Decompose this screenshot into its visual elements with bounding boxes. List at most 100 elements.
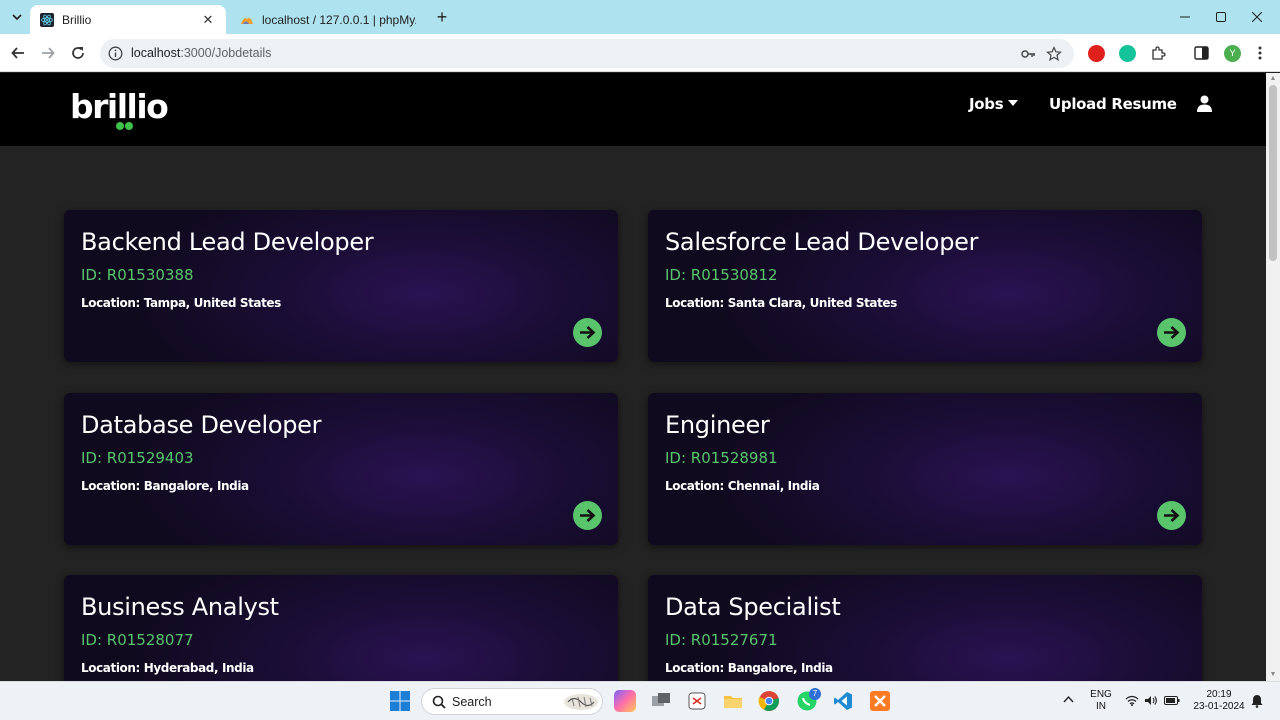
- page-scrollbar[interactable]: ▲ ▼: [1266, 73, 1280, 681]
- page-viewport: brillio Jobs Upload Resume Backend Lead …: [0, 73, 1266, 681]
- job-card[interactable]: Business Analyst ID: R01528077 Location:…: [64, 575, 618, 681]
- scrollbar-thumb[interactable]: [1269, 85, 1277, 261]
- back-button[interactable]: [7, 42, 29, 64]
- job-title: Engineer: [665, 411, 770, 439]
- job-location: Location: Hyderabad, India: [81, 661, 254, 675]
- chevron-up-icon[interactable]: [1063, 695, 1074, 703]
- notification-bell-icon[interactable]: [1251, 694, 1263, 708]
- clock[interactable]: 20:19 23-01-2024: [1186, 689, 1252, 713]
- taskbar-search[interactable]: Search: [421, 688, 603, 715]
- scroll-down-icon[interactable]: ▼: [1269, 671, 1277, 679]
- chrome-icon[interactable]: [758, 690, 780, 712]
- profile-avatar[interactable]: Y: [1224, 45, 1241, 62]
- snipping-tool-icon[interactable]: [686, 690, 708, 712]
- adblock-extension-icon[interactable]: [1088, 45, 1105, 62]
- reload-button[interactable]: [67, 42, 89, 64]
- tab-title: Brillio: [62, 12, 92, 27]
- grammarly-extension-icon[interactable]: [1119, 45, 1136, 62]
- url-path: :3000/Jobdetails: [180, 46, 272, 60]
- url-text: localhost:3000/Jobdetails: [131, 46, 271, 60]
- bookmark-star-icon[interactable]: [1046, 46, 1062, 62]
- whatsapp-badge: 7: [809, 688, 821, 700]
- job-title: Business Analyst: [81, 593, 279, 621]
- close-tab-icon[interactable]: ✕: [200, 12, 216, 28]
- browser-tabstrip: Brillio ✕ localhost / 127.0.0.1 | phpMyA…: [0, 0, 1280, 34]
- phpmyadmin-favicon-icon: [241, 17, 253, 24]
- job-location: Location: Santa Clara, United States: [665, 296, 897, 310]
- language-region: IN: [1096, 701, 1106, 712]
- file-explorer-icon[interactable]: [722, 690, 744, 712]
- view-job-button[interactable]: [1157, 501, 1186, 530]
- job-location: Location: Bangalore, India: [81, 479, 249, 493]
- job-location: Location: Chennai, India: [665, 479, 820, 493]
- search-highlight-icon: [564, 694, 598, 710]
- vscode-icon[interactable]: [832, 690, 854, 712]
- tab-brillio[interactable]: Brillio ✕: [30, 5, 226, 34]
- password-key-icon[interactable]: [1020, 46, 1036, 62]
- extensions-puzzle-icon[interactable]: [1150, 45, 1166, 61]
- language-indicator[interactable]: ENG IN: [1088, 689, 1114, 713]
- volume-icon[interactable]: [1144, 695, 1158, 706]
- close-window-button[interactable]: [1234, 0, 1280, 34]
- back-arrow-icon: [11, 47, 24, 59]
- caret-down-icon: [1008, 100, 1019, 106]
- job-id: ID: R01527671: [665, 631, 778, 649]
- search-label: Search: [452, 695, 492, 709]
- clock-time: 20:19: [1206, 689, 1232, 700]
- job-title: Salesforce Lead Developer: [665, 228, 979, 256]
- upload-resume-link[interactable]: Upload Resume: [1049, 95, 1177, 113]
- job-title: Backend Lead Developer: [81, 228, 374, 256]
- job-card[interactable]: Engineer ID: R01528981 Location: Chennai…: [648, 393, 1202, 545]
- wifi-icon[interactable]: [1125, 695, 1139, 706]
- job-id: ID: R01530812: [665, 266, 778, 284]
- react-favicon-icon: [40, 12, 54, 27]
- close-icon: [1252, 12, 1262, 22]
- forward-button[interactable]: [37, 42, 59, 64]
- url-host: localhost: [131, 46, 181, 60]
- logo-dots: [116, 122, 136, 130]
- jobs-label: Jobs: [969, 95, 1004, 113]
- arrow-right-icon: [1164, 326, 1180, 339]
- job-title: Database Developer: [81, 411, 322, 439]
- user-icon[interactable]: [1196, 95, 1213, 112]
- job-card[interactable]: Database Developer ID: R01529403 Locatio…: [64, 393, 618, 545]
- jobs-dropdown[interactable]: Jobs: [969, 95, 1019, 113]
- windows-start-icon[interactable]: [389, 690, 411, 712]
- maximize-icon: [1216, 12, 1226, 22]
- site-info-icon[interactable]: [108, 46, 123, 61]
- clock-date: 23-01-2024: [1193, 701, 1245, 712]
- job-id: ID: R01528981: [665, 449, 778, 467]
- tab-title: localhost / 127.0.0.1 | phpMyAdmin: [262, 12, 416, 27]
- tab-phpmyadmin[interactable]: localhost / 127.0.0.1 | phpMyAdmin: [230, 5, 426, 34]
- tab-search-button[interactable]: [6, 7, 28, 27]
- view-job-button[interactable]: [573, 501, 602, 530]
- job-location: Location: Bangalore, India: [665, 661, 833, 675]
- language-code: ENG: [1090, 689, 1112, 700]
- arrow-right-icon: [1164, 509, 1180, 522]
- windows-taskbar: Search 7 ENG IN 20:19 23-01-2024: [0, 681, 1280, 720]
- job-card[interactable]: Salesforce Lead Developer ID: R01530812 …: [648, 210, 1202, 362]
- job-card[interactable]: Backend Lead Developer ID: R01530388 Loc…: [64, 210, 618, 362]
- view-job-button[interactable]: [573, 318, 602, 347]
- view-job-button[interactable]: [1157, 318, 1186, 347]
- copilot-icon[interactable]: [614, 690, 636, 712]
- arrow-right-icon: [580, 509, 596, 522]
- task-view-icon[interactable]: [650, 690, 672, 712]
- xampp-icon[interactable]: [869, 690, 891, 712]
- job-id: ID: R01529403: [81, 449, 194, 467]
- minimize-icon: [1180, 16, 1190, 18]
- battery-icon[interactable]: [1164, 696, 1180, 705]
- job-title: Data Specialist: [665, 593, 841, 621]
- new-tab-button[interactable]: +: [432, 7, 452, 27]
- job-location: Location: Tampa, United States: [81, 296, 281, 310]
- address-bar[interactable]: localhost:3000/Jobdetails: [100, 39, 1074, 68]
- arrow-right-icon: [580, 326, 596, 339]
- site-header: brillio Jobs Upload Resume: [0, 73, 1266, 146]
- browser-menu-icon[interactable]: [1258, 46, 1262, 60]
- browser-toolbar: localhost:3000/Jobdetails Y: [0, 34, 1280, 72]
- job-card[interactable]: Data Specialist ID: R01527671 Location: …: [648, 575, 1202, 681]
- side-panel-icon[interactable]: [1194, 46, 1209, 60]
- scroll-up-icon[interactable]: ▲: [1269, 75, 1277, 83]
- brillio-logo[interactable]: brillio: [70, 87, 169, 126]
- job-id: ID: R01530388: [81, 266, 194, 284]
